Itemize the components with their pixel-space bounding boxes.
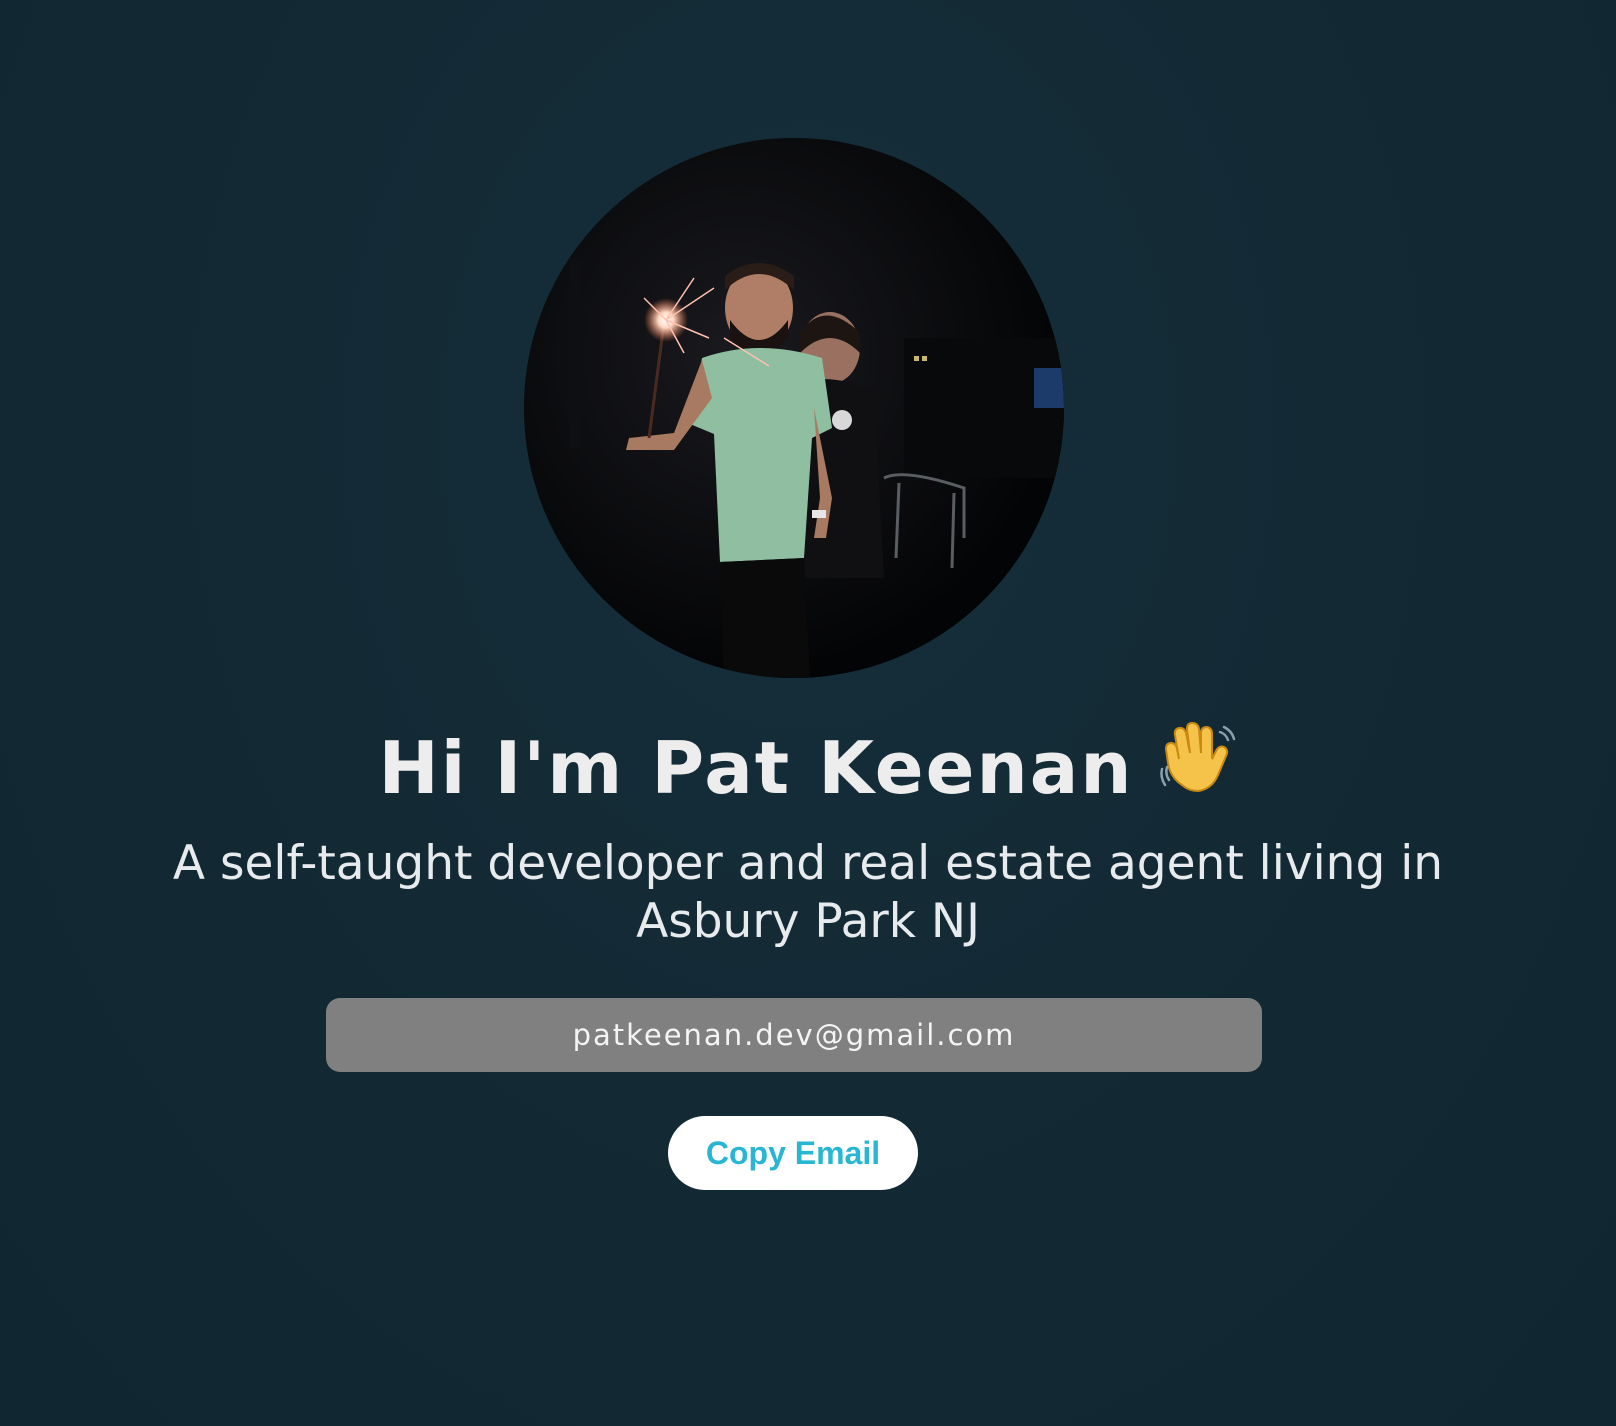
email-display-field[interactable]: patkeenan.dev@gmail.com [326, 998, 1262, 1072]
headline-text: Hi I'm Pat Keenan [378, 726, 1134, 810]
copy-email-button[interactable]: Copy Email [668, 1116, 918, 1190]
subtitle: A self-taught developer and real estate … [172, 836, 1444, 949]
hero-section: Hi I'm Pat Keenan A self-taught develope… [0, 0, 1616, 1426]
page-title: Hi I'm Pat Keenan [0, 718, 1616, 824]
waving-hand-icon [1158, 719, 1238, 824]
profile-photo [524, 138, 1064, 678]
